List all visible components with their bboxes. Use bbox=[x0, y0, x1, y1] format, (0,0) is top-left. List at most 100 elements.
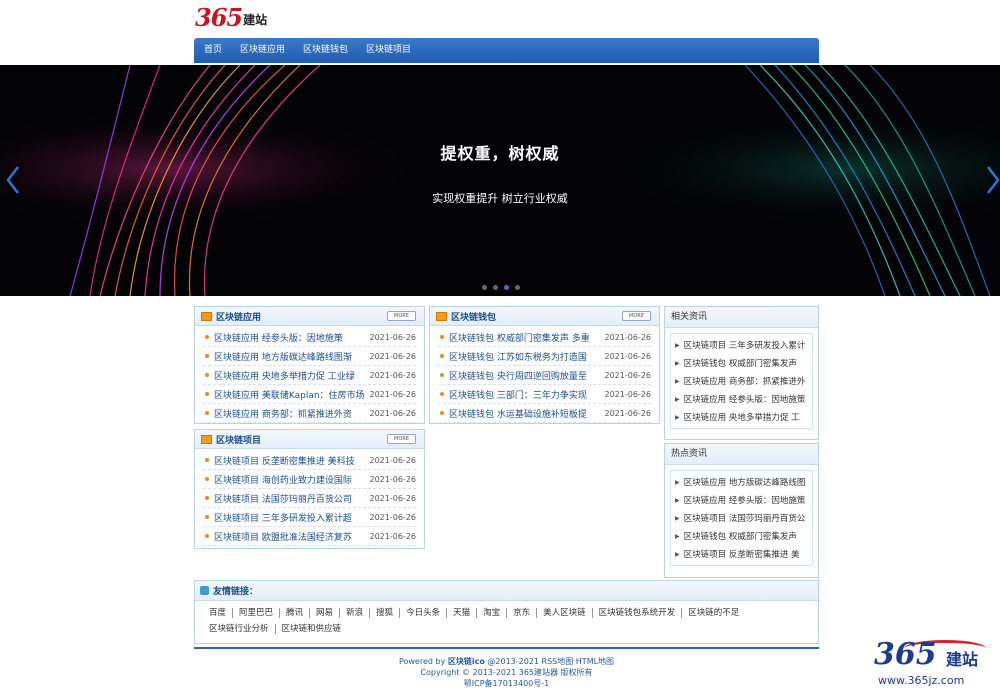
section-header: 区块链项目 MORE bbox=[195, 430, 424, 449]
item-date: 2021-06-26 bbox=[369, 351, 417, 361]
list-item[interactable]: 区块链应用 央地多举措力促 工业绿 2021-06-26 bbox=[203, 366, 416, 385]
arrow-right-icon: ▶ bbox=[675, 413, 680, 421]
sidebar-item[interactable]: ▶ 区块链应用 商务部：抓紧推进外 bbox=[675, 372, 808, 390]
nav-blockchain-project[interactable]: 区块链项目 bbox=[357, 38, 420, 63]
list-item[interactable]: 区块链应用 经参头版：因地施策 2021-06-26 bbox=[203, 328, 416, 347]
friend-link[interactable]: 淘宝 bbox=[477, 608, 508, 618]
more-button[interactable]: MORE bbox=[387, 311, 416, 321]
sidebar-item-label[interactable]: 区块链应用 地方版碳达峰路线图 bbox=[684, 476, 806, 488]
item-title[interactable]: 区块链应用 经参头版：因地施策 bbox=[214, 331, 366, 344]
item-title[interactable]: 区块链钱包 水运基础设施补短板提 bbox=[449, 407, 601, 420]
nav-blockchain-wallet[interactable]: 区块链钱包 bbox=[294, 38, 357, 63]
friend-link[interactable]: 百度 bbox=[203, 608, 234, 618]
friend-link[interactable]: 区块链的不足 bbox=[682, 608, 745, 618]
item-title[interactable]: 区块链钱包 央行周四逆回购放量至 bbox=[449, 369, 601, 382]
list-item[interactable]: 区块链应用 地方版碳达峰路线图渐 2021-06-26 bbox=[203, 347, 416, 366]
sidebar-item[interactable]: ▶ 区块链钱包 权威部门密集发声 bbox=[675, 527, 808, 545]
sidebar-item[interactable]: ▶ 区块链项目 法国莎玛丽丹百货公 bbox=[675, 509, 808, 527]
sidebar-item[interactable]: ▶ 区块链钱包 权威部门密集发声 bbox=[675, 354, 808, 372]
list-item[interactable]: 区块链项目 欧盟批准法国经济复苏 2021-06-26 bbox=[203, 527, 416, 546]
list-item[interactable]: 区块链项目 三年多研发投入累计超 2021-06-26 bbox=[203, 508, 416, 527]
banner-dot-active[interactable] bbox=[504, 285, 509, 290]
sidebar-item-label[interactable]: 区块链应用 经参头版：因地施策 bbox=[684, 494, 806, 506]
list-item[interactable]: 区块链钱包 水运基础设施补短板提 2021-06-26 bbox=[438, 404, 651, 423]
footer-icp[interactable]: 鄂ICP备17013400号-1 bbox=[194, 678, 819, 689]
item-date: 2021-06-26 bbox=[369, 455, 417, 465]
footer-sitemap-links[interactable]: @2013-2021 RSS地图 HTML地图 bbox=[485, 657, 614, 666]
bullet-icon bbox=[205, 354, 209, 358]
list-item[interactable]: 区块链钱包 江苏如东税务为打造国 2021-06-26 bbox=[438, 347, 651, 366]
item-title[interactable]: 区块链应用 商务部：抓紧推进外资 bbox=[214, 407, 366, 420]
site-logo[interactable]: 365 建站 bbox=[195, 6, 267, 30]
friend-link[interactable]: 今日头条 bbox=[400, 608, 448, 618]
sidebar-item[interactable]: ▶ 区块链项目 三年多研发投入累计 bbox=[675, 336, 808, 354]
item-title[interactable]: 区块链项目 反垄断密集推进 美科技 bbox=[214, 454, 366, 467]
sidebar-item-label[interactable]: 区块链应用 经参头版：因地施策 bbox=[684, 393, 806, 405]
bullet-icon bbox=[205, 458, 209, 462]
sidebar-item-label[interactable]: 区块链应用 央地多举措力促 工 bbox=[684, 411, 800, 423]
friend-link[interactable]: 京东 bbox=[507, 608, 538, 618]
friend-link[interactable]: 区块链钱包系统开发 bbox=[593, 608, 683, 618]
list-item[interactable]: 区块链项目 法国莎玛丽丹百货公司 2021-06-26 bbox=[203, 489, 416, 508]
item-title[interactable]: 区块链应用 央地多举措力促 工业绿 bbox=[214, 369, 366, 382]
sidebar-item-label[interactable]: 区块链项目 反垄断密集推进 美 bbox=[684, 548, 800, 560]
item-title[interactable]: 区块链钱包 江苏如东税务为打造国 bbox=[449, 350, 601, 363]
friend-link[interactable]: 阿里巴巴 bbox=[233, 608, 281, 618]
arrow-right-icon: ▶ bbox=[675, 341, 680, 349]
friend-link[interactable]: 区块链行业分析 bbox=[203, 624, 276, 634]
friend-link[interactable]: 区块链和供应链 bbox=[276, 624, 348, 634]
banner-dot[interactable] bbox=[493, 285, 498, 290]
friend-link[interactable]: 天猫 bbox=[447, 608, 478, 618]
sidebar-item-label[interactable]: 区块链钱包 权威部门密集发声 bbox=[684, 357, 797, 369]
nav-blockchain-app[interactable]: 区块链应用 bbox=[231, 38, 294, 63]
sidebar-item-label[interactable]: 区块链项目 三年多研发投入累计 bbox=[684, 339, 806, 351]
banner-prev-arrow-icon[interactable] bbox=[6, 165, 20, 195]
item-date: 2021-06-26 bbox=[369, 493, 417, 503]
arrow-right-icon: ▶ bbox=[675, 514, 680, 522]
banner-dot[interactable] bbox=[482, 285, 487, 290]
banner-dot[interactable] bbox=[515, 285, 520, 290]
sidebar-item[interactable]: ▶ 区块链应用 央地多举措力促 工 bbox=[675, 408, 808, 426]
more-button[interactable]: MORE bbox=[387, 434, 416, 444]
section-icon bbox=[201, 434, 212, 444]
list-item[interactable]: 区块链应用 美联储Kaplan：住房市场 2021-06-26 bbox=[203, 385, 416, 404]
section-blockchain-project: 区块链项目 MORE 区块链项目 反垄断密集推进 美科技 2021-06-26 区… bbox=[194, 429, 425, 549]
sidebar-item[interactable]: ▶ 区块链应用 经参头版：因地施策 bbox=[675, 390, 808, 408]
item-title[interactable]: 区块链项目 三年多研发投入累计超 bbox=[214, 511, 366, 524]
footer-copyright: Copyright © 2013-2021 365建站器 版权所有 bbox=[420, 668, 593, 677]
item-date: 2021-06-26 bbox=[369, 408, 417, 418]
list-item[interactable]: 区块链钱包 三部门：三年力争实现 2021-06-26 bbox=[438, 385, 651, 404]
list-item[interactable]: 区块链项目 反垄断密集推进 美科技 2021-06-26 bbox=[203, 451, 416, 470]
item-title[interactable]: 区块链应用 美联储Kaplan：住房市场 bbox=[214, 388, 366, 401]
friend-link[interactable]: 腾讯 bbox=[280, 608, 311, 618]
item-title[interactable]: 区块链应用 地方版碳达峰路线图渐 bbox=[214, 350, 366, 363]
more-button[interactable]: MORE bbox=[622, 311, 651, 321]
sidebar-item[interactable]: ▶ 区块链应用 经参头版：因地施策 bbox=[675, 491, 808, 509]
list-item[interactable]: 区块链项目 海创药业致力建设国际 2021-06-26 bbox=[203, 470, 416, 489]
banner-title: 提权重，树权威 bbox=[440, 144, 560, 163]
item-title[interactable]: 区块链钱包 权威部门密集发声 多重 bbox=[449, 331, 601, 344]
sidebar-item-label[interactable]: 区块链项目 法国莎玛丽丹百货公 bbox=[684, 512, 806, 524]
sidebar-title: 热点资讯 bbox=[665, 444, 818, 465]
friend-link[interactable]: 新浪 bbox=[340, 608, 371, 618]
item-date: 2021-06-26 bbox=[369, 512, 417, 522]
banner-next-arrow-icon[interactable] bbox=[986, 165, 1000, 195]
powered-by-label: Powered by bbox=[398, 657, 448, 666]
item-title[interactable]: 区块链钱包 三部门：三年力争实现 bbox=[449, 388, 601, 401]
item-title[interactable]: 区块链项目 海创药业致力建设国际 bbox=[214, 473, 366, 486]
list-item[interactable]: 区块链钱包 权威部门密集发声 多重 2021-06-26 bbox=[438, 328, 651, 347]
item-title[interactable]: 区块链项目 欧盟批准法国经济复苏 bbox=[214, 530, 366, 543]
friend-link[interactable]: 网易 bbox=[310, 608, 341, 618]
item-date: 2021-06-26 bbox=[369, 474, 417, 484]
friend-link[interactable]: 美人区块链 bbox=[537, 608, 593, 618]
sidebar-item-label[interactable]: 区块链应用 商务部：抓紧推进外 bbox=[684, 375, 806, 387]
sidebar-item[interactable]: ▶ 区块链项目 反垄断密集推进 美 bbox=[675, 545, 808, 563]
footer-brand-link[interactable]: 区块链ico bbox=[448, 657, 485, 666]
sidebar-item[interactable]: ▶ 区块链应用 地方版碳达峰路线图 bbox=[675, 473, 808, 491]
list-item[interactable]: 区块链应用 商务部：抓紧推进外资 2021-06-26 bbox=[203, 404, 416, 423]
sidebar-item-label[interactable]: 区块链钱包 权威部门密集发声 bbox=[684, 530, 797, 542]
list-item[interactable]: 区块链钱包 央行周四逆回购放量至 2021-06-26 bbox=[438, 366, 651, 385]
item-title[interactable]: 区块链项目 法国莎玛丽丹百货公司 bbox=[214, 492, 366, 505]
nav-home[interactable]: 首页 bbox=[194, 38, 231, 63]
friend-link[interactable]: 搜狐 bbox=[370, 608, 401, 618]
